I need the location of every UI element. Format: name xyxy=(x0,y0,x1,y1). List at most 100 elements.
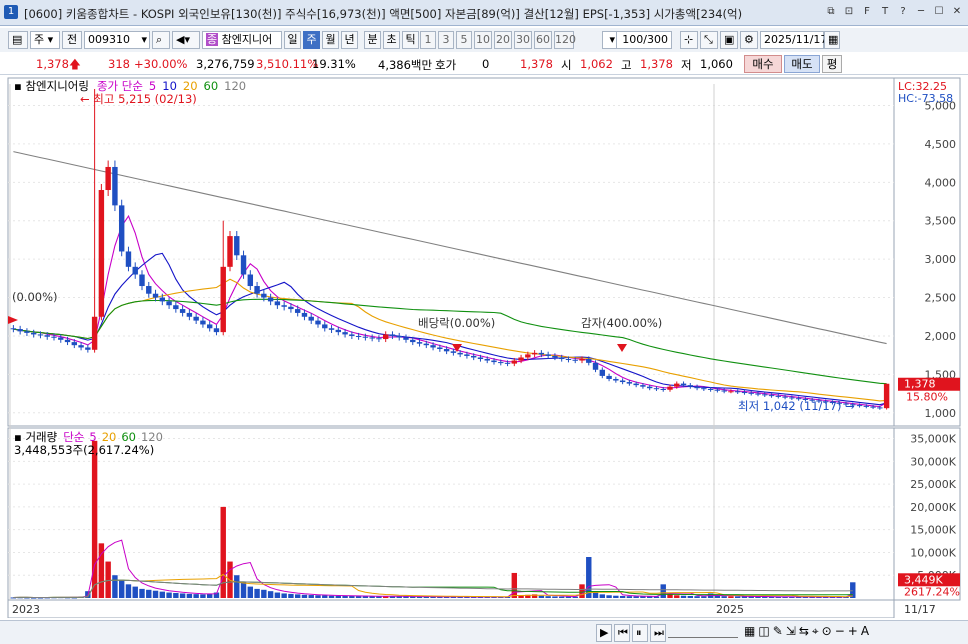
price-change-pct: +30.00% xyxy=(134,57,188,71)
candle-body xyxy=(646,386,653,389)
zoom-in-icon[interactable]: + xyxy=(848,624,858,639)
candle-body xyxy=(667,386,673,390)
scroll-bar[interactable]: ▶ ⏮ ⏸ ⏭ ▦ ◫ ✎ ⇲ ⇆ ⌖ ⊙ − + A xyxy=(0,620,968,644)
interval-120[interactable]: 120 xyxy=(554,31,576,49)
window-button-5[interactable]: ─ xyxy=(914,5,928,19)
volume-legend-ma-20: 20 xyxy=(102,430,117,444)
price-tick-label: 3,500 xyxy=(925,215,957,228)
period-2[interactable]: 월 xyxy=(322,31,339,49)
draw-icon[interactable]: ✎ xyxy=(773,624,783,639)
zoom-out-icon[interactable]: − xyxy=(835,624,845,639)
zoom-reset-icon[interactable]: ⊙ xyxy=(822,624,832,639)
sound-icon[interactable]: ◀▾ xyxy=(172,31,200,49)
tool-crosshair-icon[interactable]: ⊹ xyxy=(680,31,698,49)
interval-30[interactable]: 30 xyxy=(514,31,532,49)
pause-icon[interactable]: ⏸ xyxy=(632,624,648,642)
volume-bar xyxy=(701,596,707,598)
scale-icon[interactable]: ⇲ xyxy=(786,624,796,639)
interval-60[interactable]: 60 xyxy=(534,31,552,49)
window-buttons: ⧉ ⊡ F T? ─ ☐ ✕ xyxy=(824,5,964,19)
scroll-controls: ▶ ⏮ ⏸ ⏭ xyxy=(596,624,666,642)
measure-icon[interactable]: ⌖ xyxy=(812,624,819,639)
panel-list-icon[interactable]: ▤ xyxy=(8,31,28,49)
volume-bar xyxy=(281,593,287,598)
stock-code-input[interactable]: 009310 ▾ xyxy=(84,31,150,49)
legend-stock: ▪ 참엔지니어링 xyxy=(14,79,89,93)
candle-body xyxy=(362,336,369,338)
candle-body xyxy=(883,383,890,409)
candle-body xyxy=(152,293,159,298)
window-button-1[interactable]: ⊡ xyxy=(842,5,856,19)
market-button[interactable]: 전 xyxy=(62,31,82,49)
time-label: 2025 xyxy=(716,603,744,616)
volume-pct-tag: 2617.24% xyxy=(904,585,960,598)
window-button-6[interactable]: ☐ xyxy=(932,5,946,19)
date-input[interactable]: 2025/11/17 xyxy=(760,31,827,49)
save-icon[interactable]: ▣ xyxy=(720,31,738,49)
time-axis[interactable] xyxy=(7,599,895,618)
sell-button[interactable]: 매도 xyxy=(784,55,820,73)
candle-body xyxy=(633,383,639,386)
volume-legend-ma-60: 60 xyxy=(121,430,136,444)
candle-body xyxy=(227,236,233,267)
volume-bar xyxy=(714,595,721,598)
window-button-2[interactable]: F xyxy=(860,5,874,19)
buy-button[interactable]: 매수 xyxy=(744,55,782,73)
average-button[interactable]: 평 xyxy=(822,55,842,73)
volume-legend-ma-5: 5 xyxy=(89,430,96,444)
compare-icon[interactable]: ⇆ xyxy=(799,624,809,639)
interval-3[interactable]: 3 xyxy=(438,31,454,49)
chart-area[interactable]: 1,0001,5002,0002,5003,0003,5004,0004,500… xyxy=(0,76,968,618)
grid-icon[interactable]: ▦ xyxy=(744,624,755,639)
interval-20[interactable]: 20 xyxy=(494,31,512,49)
period-0[interactable]: 일 xyxy=(284,31,301,49)
tool-trend-icon[interactable]: ⤡ xyxy=(700,31,718,49)
volume-bar xyxy=(240,582,247,598)
candle-body xyxy=(71,342,78,346)
type-select[interactable]: 주 ▾ xyxy=(30,31,60,49)
bar-count-input[interactable]: 100/300 xyxy=(616,31,672,49)
scroll-right-icon[interactable]: ▶ xyxy=(596,624,612,642)
search-icon[interactable]: ⌕ xyxy=(152,31,170,49)
volume-pct: 3,510.11% xyxy=(256,57,319,71)
candle-body xyxy=(498,362,504,364)
period-4[interactable]: 분 xyxy=(364,31,381,49)
candle-body xyxy=(619,380,626,383)
window-button-0[interactable]: ⧉ xyxy=(824,5,838,19)
volume-bar xyxy=(687,595,694,598)
volume-bar xyxy=(146,589,152,598)
window-button-7[interactable]: ✕ xyxy=(950,5,964,19)
candle-body xyxy=(17,329,23,332)
scroll-start-icon[interactable]: ⏮ xyxy=(614,624,630,642)
interval-10[interactable]: 10 xyxy=(474,31,492,49)
candle-body xyxy=(721,390,727,392)
period-3[interactable]: 년 xyxy=(341,31,358,49)
candle-body xyxy=(186,312,193,317)
volume-bar xyxy=(274,592,281,598)
candle-body xyxy=(870,406,876,408)
layout-icon[interactable]: ◫ xyxy=(758,624,769,639)
candle-body xyxy=(653,388,660,390)
font-size-icon[interactable]: A xyxy=(861,624,869,639)
interval-1[interactable]: 1 xyxy=(420,31,436,49)
interval-5[interactable]: 5 xyxy=(456,31,472,49)
volume-tick-label: 35,000K xyxy=(910,433,956,446)
period-1[interactable]: 주 xyxy=(303,31,320,49)
candle-body xyxy=(714,389,721,391)
volume-bar xyxy=(139,588,145,598)
candle-body xyxy=(98,190,105,317)
window-button-3[interactable]: T xyxy=(878,5,892,19)
hoga-label: 호가 xyxy=(435,58,457,72)
settings-gear-icon[interactable]: ⚙ xyxy=(740,31,758,49)
candle-body xyxy=(220,266,226,333)
period-5[interactable]: 초 xyxy=(383,31,400,49)
window-button-4[interactable]: ? xyxy=(896,5,910,19)
zoom-slider[interactable] xyxy=(668,627,738,638)
period-6[interactable]: 틱 xyxy=(402,31,419,49)
volume-bar xyxy=(633,596,639,598)
candle-body xyxy=(179,309,186,313)
scroll-end-icon[interactable]: ⏭ xyxy=(650,624,666,642)
legend-ma-10: 10 xyxy=(162,79,177,93)
candle-body xyxy=(247,274,254,287)
calendar-icon[interactable]: ▦ xyxy=(824,31,840,49)
